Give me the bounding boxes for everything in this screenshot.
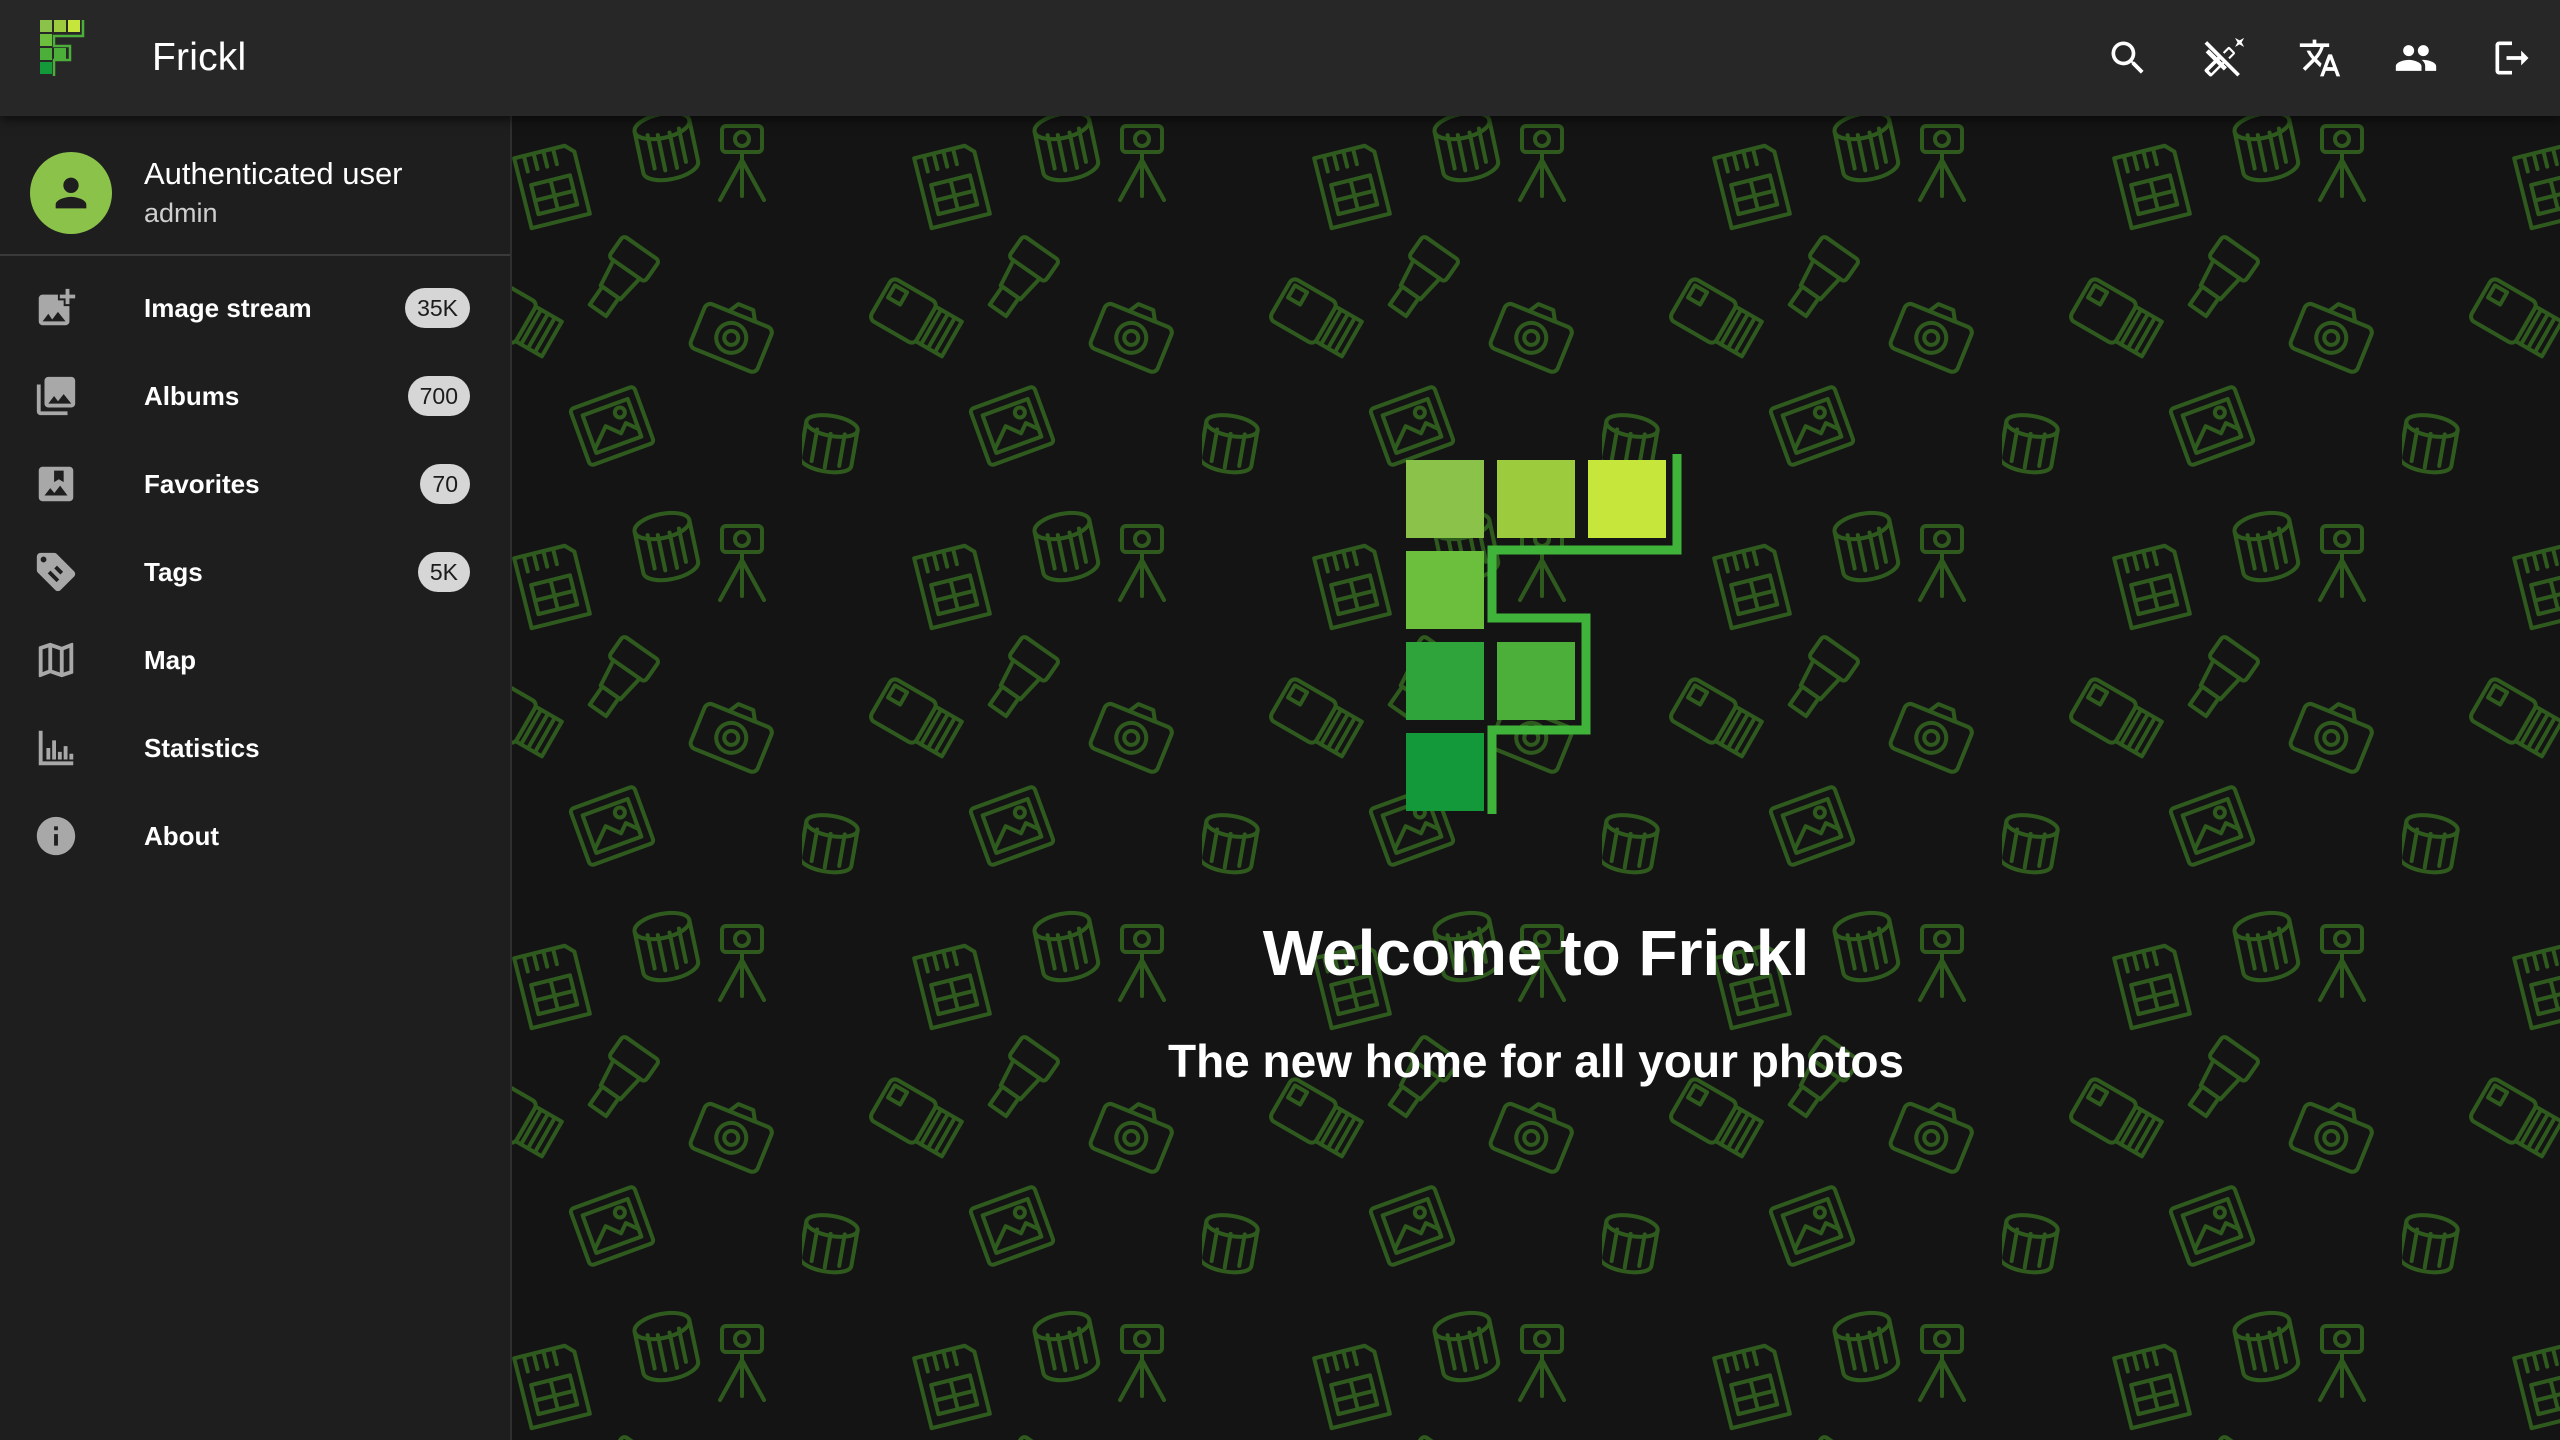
bar-chart-icon [32,724,80,772]
search-icon [2111,41,2144,74]
sidebar-item-map[interactable]: Map [0,616,510,704]
person-icon [55,177,87,209]
auto-fix-off-icon [2204,37,2245,77]
sidebar-item-image-stream[interactable]: Image stream 35K [0,264,510,352]
users-button[interactable] [2368,10,2464,106]
app-title: Frickl [152,36,247,79]
sidebar-item-albums[interactable]: Albums 700 [0,352,510,440]
welcome-subtitle: The new home for all your photos [1167,1035,1905,1087]
language-button[interactable] [2272,10,2368,106]
people-icon [2395,45,2437,71]
tag-icon [32,548,80,596]
user-name: Authenticated user [144,156,403,191]
avatar [30,152,112,234]
count-badge: 700 [407,376,470,416]
sidebar-item-about[interactable]: About [0,792,510,880]
count-badge: 35K [405,288,470,328]
count-badge: 70 [420,464,470,504]
sidebar-item-label: Image stream [144,292,312,323]
sidebar-item-favorites[interactable]: Favorites 70 [0,440,510,528]
frickl-logo-icon [1406,454,1682,814]
photo-library-icon [32,372,80,420]
sidebar-nav: Image stream 35K Albums 700 Favorites 70… [0,264,510,880]
sidebar-item-label: Albums [144,380,240,411]
map-icon [32,636,80,684]
add-photo-icon [32,284,80,332]
sidebar-item-statistics[interactable]: Statistics [0,704,510,792]
header-actions [2080,0,2560,116]
welcome-title: Welcome to Frickl [1262,917,1810,989]
user-role: admin [144,198,218,228]
user-profile: Authenticated user admin [0,116,510,256]
logout-button[interactable] [2464,10,2560,106]
welcome-hero: Welcome to Frickl The new home for all y… [512,116,2560,1440]
dark-mode-toggle-button[interactable] [2176,10,2272,106]
app-bar: Frickl [0,0,2560,116]
navigation-drawer: Authenticated user admin Image stream 35… [0,116,512,1440]
search-button[interactable] [2080,10,2176,106]
frickl-logo-icon[interactable] [40,20,102,96]
translate-icon [2299,39,2341,77]
info-icon [32,812,80,860]
count-badge: 5K [417,552,470,592]
main-content: Welcome to Frickl The new home for all y… [512,116,2560,1440]
sidebar-item-label: Map [144,644,196,675]
sidebar-item-label: About [144,820,220,851]
sidebar-item-label: Favorites [144,468,260,499]
logout-icon [2495,41,2529,75]
bookmark-image-icon [32,460,80,508]
sidebar-item-tags[interactable]: Tags 5K [0,528,510,616]
sidebar-item-label: Tags [144,556,203,587]
sidebar-item-label: Statistics [144,732,260,763]
